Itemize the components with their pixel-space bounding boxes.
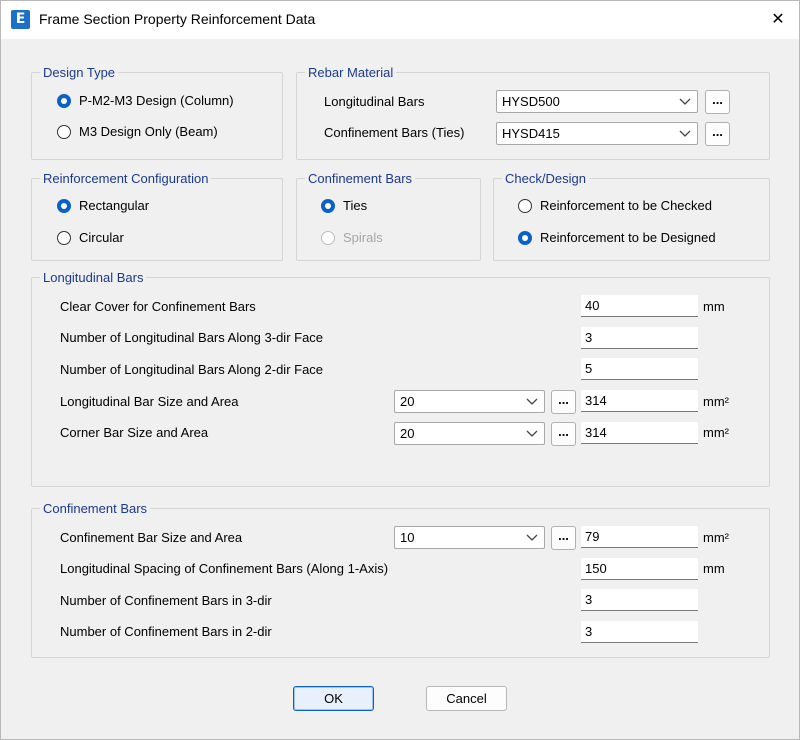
- chevron-down-icon: [526, 534, 538, 541]
- confinement-type-group: Confinement Bars: [296, 171, 481, 261]
- radio-unchecked-icon: [57, 230, 71, 245]
- radio-ties[interactable]: Ties: [321, 198, 367, 213]
- app-icon: E: [11, 10, 30, 29]
- dialog-window: E Frame Section Property Reinforcement D…: [0, 0, 800, 740]
- reinforcement-configuration-label: Reinforcement Configuration: [40, 171, 212, 186]
- close-button[interactable]: ✕: [756, 3, 800, 37]
- select-value: HYSD500: [502, 94, 560, 109]
- corner-bar-size-browse-button[interactable]: ...: [551, 422, 576, 446]
- confinement-area-input[interactable]: 79: [581, 526, 698, 548]
- radio-label: Spirals: [343, 230, 383, 245]
- num-bars-3dir-label: Number of Longitudinal Bars Along 3-dir …: [60, 330, 324, 345]
- radio-label: P-M2-M3 Design (Column): [79, 93, 234, 108]
- longitudinal-material-browse-button[interactable]: ...: [705, 90, 730, 114]
- radio-rectangular[interactable]: Rectangular: [57, 198, 149, 213]
- chevron-down-icon: [526, 430, 538, 437]
- select-value: HYSD415: [502, 126, 560, 141]
- confinement-spacing-label: Longitudinal Spacing of Confinement Bars…: [60, 561, 389, 576]
- num-bars-2dir-label: Number of Longitudinal Bars Along 2-dir …: [60, 362, 324, 377]
- confinement-num-3dir-label: Number of Confinement Bars in 3-dir: [60, 593, 272, 608]
- cancel-button[interactable]: Cancel: [426, 686, 507, 711]
- chevron-down-icon: [679, 98, 691, 105]
- radio-reinforcement-checked[interactable]: Reinforcement to be Checked: [518, 198, 712, 213]
- radio-design-column[interactable]: P-M2-M3 Design (Column): [57, 93, 234, 108]
- radio-circular[interactable]: Circular: [57, 230, 124, 245]
- check-design-label: Check/Design: [502, 171, 589, 186]
- radio-reinforcement-designed[interactable]: Reinforcement to be Designed: [518, 230, 716, 245]
- radio-label: Ties: [343, 198, 368, 213]
- clear-cover-label: Clear Cover for Confinement Bars: [60, 299, 256, 314]
- select-value: 10: [400, 530, 415, 545]
- radio-spirals: Spirals: [321, 230, 383, 245]
- clear-cover-input[interactable]: 40: [581, 295, 698, 317]
- confinement-area-unit: mm²: [703, 530, 729, 545]
- confinement-bars-material-label: Confinement Bars (Ties): [324, 125, 465, 140]
- radio-checked-icon: [57, 198, 71, 213]
- num-bars-3dir-input[interactable]: 3: [581, 327, 698, 349]
- clear-cover-unit: mm: [703, 299, 725, 314]
- confinement-spacing-input[interactable]: 150: [581, 558, 698, 580]
- bar-size-area-label: Longitudinal Bar Size and Area: [60, 394, 239, 409]
- radio-unchecked-icon: [57, 124, 71, 139]
- close-icon: ✕: [771, 11, 785, 28]
- radio-label: Reinforcement to be Designed: [540, 230, 716, 245]
- corner-bar-area-input[interactable]: 314: [581, 422, 698, 444]
- radio-label: Circular: [79, 230, 124, 245]
- confinement-num-2dir-label: Number of Confinement Bars in 2-dir: [60, 624, 272, 639]
- bar-area-input[interactable]: 314: [581, 390, 698, 412]
- rebar-material-label: Rebar Material: [305, 65, 397, 80]
- design-type-group: Design Type: [31, 65, 283, 160]
- ok-button[interactable]: OK: [293, 686, 374, 711]
- select-value: 20: [400, 426, 415, 441]
- design-type-label: Design Type: [40, 65, 119, 80]
- confinement-size-select[interactable]: 10: [394, 526, 545, 549]
- radio-design-beam[interactable]: M3 Design Only (Beam): [57, 124, 218, 139]
- check-design-group: Check/Design: [493, 171, 770, 261]
- num-bars-2dir-input[interactable]: 5: [581, 358, 698, 380]
- corner-bar-size-select[interactable]: 20: [394, 422, 545, 445]
- chevron-down-icon: [526, 398, 538, 405]
- title-bar: E Frame Section Property Reinforcement D…: [1, 1, 799, 39]
- radio-unchecked-icon: [518, 198, 532, 213]
- longitudinal-bars-material-label: Longitudinal Bars: [324, 94, 425, 109]
- window-title: Frame Section Property Reinforcement Dat…: [39, 11, 316, 27]
- confinement-type-label: Confinement Bars: [305, 171, 416, 186]
- radio-label: Reinforcement to be Checked: [540, 198, 712, 213]
- confinement-material-select[interactable]: HYSD415: [496, 122, 698, 145]
- bar-area-unit: mm²: [703, 394, 729, 409]
- longitudinal-material-select[interactable]: HYSD500: [496, 90, 698, 113]
- radio-label: Rectangular: [79, 198, 150, 213]
- bar-size-select[interactable]: 20: [394, 390, 545, 413]
- radio-unchecked-icon: [321, 230, 335, 245]
- confinement-spacing-unit: mm: [703, 561, 725, 576]
- radio-checked-icon: [57, 93, 71, 108]
- confinement-bars-label: Confinement Bars: [40, 501, 151, 516]
- chevron-down-icon: [679, 130, 691, 137]
- rebar-material-group: Rebar Material: [296, 65, 770, 160]
- radio-checked-icon: [321, 198, 335, 213]
- confinement-material-browse-button[interactable]: ...: [705, 122, 730, 146]
- bar-size-browse-button[interactable]: ...: [551, 390, 576, 414]
- corner-bar-area-unit: mm²: [703, 425, 729, 440]
- confinement-num-3dir-input[interactable]: 3: [581, 589, 698, 611]
- corner-bar-size-area-label: Corner Bar Size and Area: [60, 425, 209, 440]
- radio-label: M3 Design Only (Beam): [79, 124, 218, 139]
- reinforcement-configuration-group: Reinforcement Configuration: [31, 171, 283, 261]
- confinement-size-browse-button[interactable]: ...: [551, 526, 576, 550]
- confinement-num-2dir-input[interactable]: 3: [581, 621, 698, 643]
- select-value: 20: [400, 394, 415, 409]
- radio-checked-icon: [518, 230, 532, 245]
- confinement-size-area-label: Confinement Bar Size and Area: [60, 530, 243, 545]
- longitudinal-bars-label: Longitudinal Bars: [40, 270, 147, 285]
